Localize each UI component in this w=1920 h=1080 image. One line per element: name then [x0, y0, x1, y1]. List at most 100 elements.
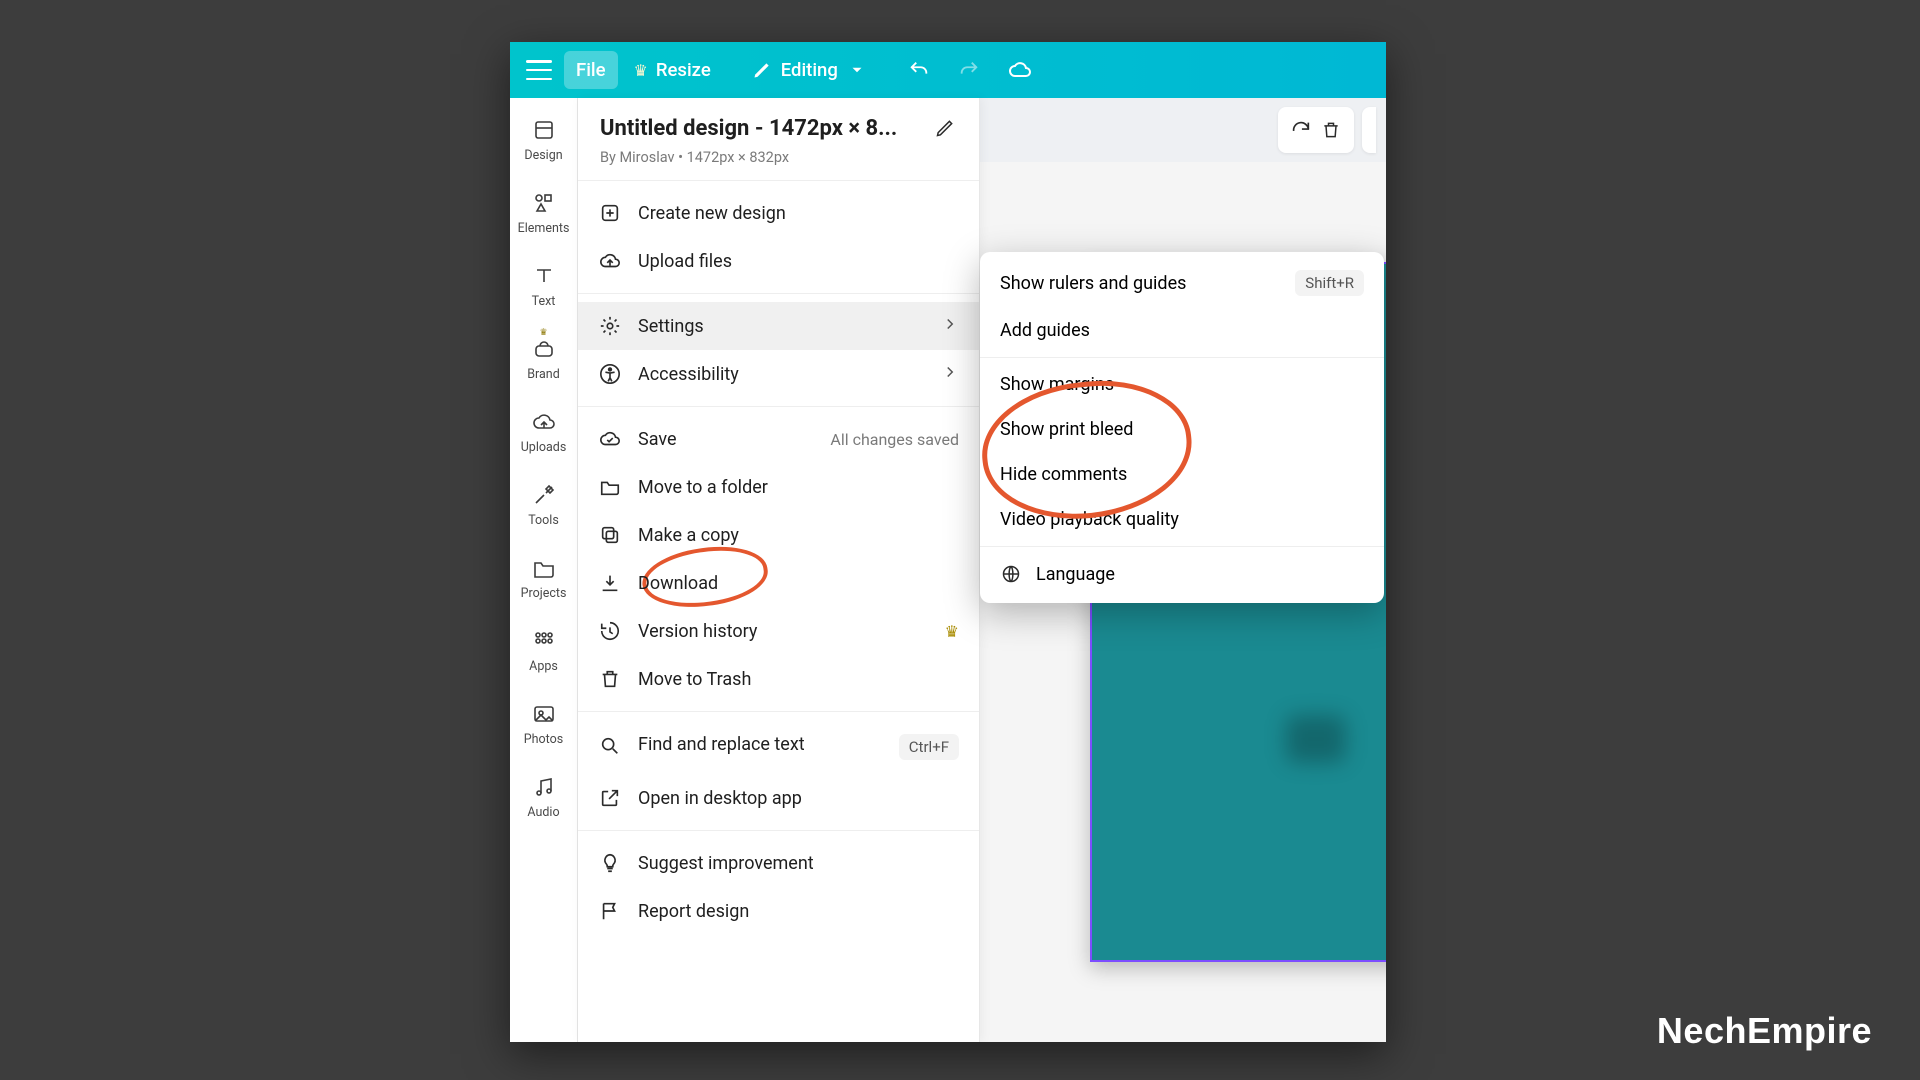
- menu-label: Settings: [638, 316, 704, 337]
- language-item[interactable]: Language: [980, 551, 1384, 597]
- document-subtitle: By Miroslav • 1472px × 832px: [600, 149, 957, 166]
- open-desktop-menu-item[interactable]: Open in desktop app: [578, 774, 979, 822]
- history-icon: [598, 619, 622, 643]
- cloud-check-icon: [598, 427, 622, 451]
- save-menu-item[interactable]: Save All changes saved: [578, 415, 979, 463]
- external-link-icon: [598, 786, 622, 810]
- gear-icon: [598, 314, 622, 338]
- chevron-down-icon: [846, 59, 868, 81]
- sidebar-item-tools[interactable]: Tools: [510, 477, 577, 532]
- accessibility-menu-item[interactable]: Accessibility: [578, 350, 979, 398]
- sidebar-item-apps[interactable]: Apps: [510, 623, 577, 678]
- show-print-bleed-item[interactable]: Show print bleed: [980, 407, 1384, 452]
- sidebar-label: Brand: [527, 367, 560, 382]
- move-folder-menu-item[interactable]: Move to a folder: [578, 463, 979, 511]
- shadow-decoration: [1286, 715, 1346, 763]
- sidebar-label: Tools: [528, 513, 559, 528]
- menu-label: Version history: [638, 621, 757, 642]
- sidebar-label: Photos: [524, 732, 563, 747]
- app-frame: File Resize Editing Design: [510, 42, 1386, 1042]
- uploads-icon: [530, 408, 558, 436]
- apps-icon: [530, 627, 558, 655]
- sidebar-item-text[interactable]: Text: [510, 258, 577, 313]
- sidebar-item-design[interactable]: Design: [510, 112, 577, 167]
- find-replace-menu-item[interactable]: Find and replace text Ctrl+F: [578, 720, 979, 774]
- menu-label: Move to a folder: [638, 477, 768, 498]
- menu-label: Show margins: [1000, 374, 1114, 395]
- undo-button[interactable]: [896, 51, 942, 89]
- redo-button[interactable]: [946, 51, 992, 89]
- menu-label: Move to Trash: [638, 669, 751, 690]
- sidebar-label: Audio: [527, 805, 559, 820]
- editing-mode-button[interactable]: Editing: [739, 51, 880, 89]
- chevron-right-icon: [941, 363, 959, 386]
- menu-label: Show rulers and guides: [1000, 273, 1186, 294]
- menu-label: Open in desktop app: [638, 788, 802, 809]
- version-history-menu-item[interactable]: Version history ♛: [578, 607, 979, 655]
- suggest-improvement-menu-item[interactable]: Suggest improvement: [578, 839, 979, 887]
- menu-label: Add guides: [1000, 320, 1090, 341]
- sidebar-item-brand[interactable]: Brand: [510, 331, 577, 386]
- sidebar-label: Projects: [521, 586, 567, 601]
- sidebar: Design Elements Text Brand Uploads Tools…: [510, 98, 578, 1042]
- show-rulers-item[interactable]: Show rulers and guides Shift+R: [980, 258, 1384, 308]
- folder-icon: [598, 475, 622, 499]
- create-new-design[interactable]: Create new design: [578, 189, 979, 237]
- toolbar-actions: [1278, 107, 1354, 153]
- sidebar-item-audio[interactable]: Audio: [510, 769, 577, 824]
- settings-menu-item[interactable]: Settings: [578, 302, 979, 350]
- menu-label: Suggest improvement: [638, 853, 814, 874]
- cloud-sync-button[interactable]: [996, 50, 1044, 90]
- file-menu-button[interactable]: File: [564, 51, 618, 89]
- sidebar-item-uploads[interactable]: Uploads: [510, 404, 577, 459]
- settings-submenu: Show rulers and guides Shift+R Add guide…: [980, 252, 1384, 603]
- menu-icon[interactable]: [526, 60, 552, 80]
- sidebar-item-photos[interactable]: Photos: [510, 696, 577, 751]
- add-guides-item[interactable]: Add guides: [980, 308, 1384, 353]
- resize-button[interactable]: Resize: [622, 51, 723, 89]
- menu-label: Save: [638, 429, 677, 450]
- video-quality-item[interactable]: Video playback quality: [980, 497, 1384, 542]
- copy-icon: [598, 523, 622, 547]
- globe-icon: [1000, 563, 1022, 585]
- show-margins-item[interactable]: Show margins: [980, 362, 1384, 407]
- menu-label: Download: [638, 573, 718, 594]
- plus-icon: [598, 201, 622, 225]
- edit-title-icon[interactable]: [935, 118, 957, 140]
- menu-label: Report design: [638, 901, 749, 922]
- make-copy-menu-item[interactable]: Make a copy: [578, 511, 979, 559]
- refresh-icon[interactable]: [1288, 117, 1314, 143]
- download-icon: [598, 571, 622, 595]
- save-status: All changes saved: [830, 430, 959, 449]
- sidebar-label: Uploads: [521, 440, 567, 455]
- flag-icon: [598, 899, 622, 923]
- pencil-icon: [751, 59, 773, 81]
- hide-comments-item[interactable]: Hide comments: [980, 452, 1384, 497]
- sidebar-label: Apps: [529, 659, 558, 674]
- sidebar-item-projects[interactable]: Projects: [510, 550, 577, 605]
- move-trash-menu-item[interactable]: Move to Trash: [578, 655, 979, 703]
- trash-icon: [598, 667, 622, 691]
- crown-icon: ♛: [945, 622, 959, 641]
- report-design-menu-item[interactable]: Report design: [578, 887, 979, 935]
- photos-icon: [530, 700, 558, 728]
- sidebar-label: Text: [532, 294, 556, 309]
- menu-label: Create new design: [638, 203, 786, 224]
- projects-icon: [530, 554, 558, 582]
- file-menu-header: Untitled design - 1472px × 8... By Miros…: [578, 98, 979, 180]
- sidebar-item-elements[interactable]: Elements: [510, 185, 577, 240]
- download-menu-item[interactable]: Download: [578, 559, 979, 607]
- upload-files[interactable]: Upload files: [578, 237, 979, 285]
- trash-icon[interactable]: [1318, 117, 1344, 143]
- file-label: File: [576, 59, 606, 81]
- sidebar-label: Design: [524, 148, 562, 163]
- text-icon: [530, 262, 558, 290]
- brand-icon: [530, 335, 558, 363]
- crown-icon: [634, 59, 648, 81]
- chevron-right-icon: [941, 315, 959, 338]
- keyboard-shortcut: Shift+R: [1295, 270, 1364, 296]
- lightbulb-icon: [598, 851, 622, 875]
- elements-icon: [530, 189, 558, 217]
- resize-label: Resize: [656, 59, 711, 81]
- menu-label: Language: [1036, 564, 1115, 585]
